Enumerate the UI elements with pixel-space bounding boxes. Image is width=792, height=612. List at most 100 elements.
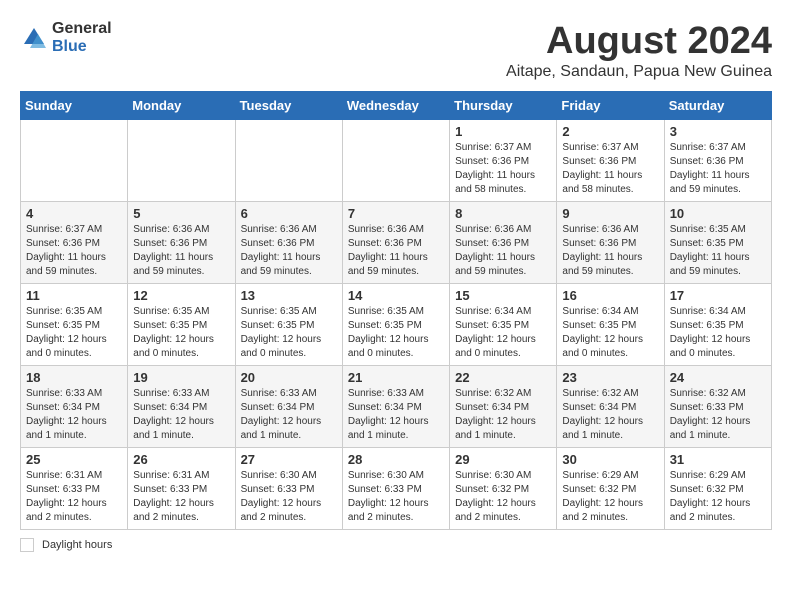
day-info: Sunrise: 6:36 AM Sunset: 6:36 PM Dayligh…	[241, 223, 337, 279]
day-cell: 29Sunrise: 6:30 AM Sunset: 6:32 PM Dayli…	[450, 448, 557, 530]
day-cell: 15Sunrise: 6:34 AM Sunset: 6:35 PM Dayli…	[450, 284, 557, 366]
day-cell: 21 Sunrise: 6:33 AM Sunset: 6:34 PM Dayli…	[342, 366, 449, 448]
day-cell: 25 Sunrise: 6:31 AM Sunset: 6:33 PM Dayli…	[21, 448, 128, 530]
week-row-2: 4 Sunrise: 6:37 AM Sunset: 6:36 PM Daylig…	[21, 202, 772, 284]
day-number: 16	[562, 288, 658, 303]
day-cell: 30 Sunrise: 6:29 AM Sunset: 6:32 PM Dayli…	[557, 448, 664, 530]
day-info: Sunrise: 6:29 AM Sunset: 6:32 PM Dayligh…	[670, 469, 766, 525]
header-row: SundayMondayTuesdayWednesdayThursdayFrid…	[21, 92, 772, 120]
day-info: Sunrise: 6:37 AM Sunset: 6:36 PM Dayligh…	[562, 141, 658, 197]
logo-icon	[20, 24, 48, 52]
calendar-table: SundayMondayTuesdayWednesdayThursdayFrid…	[20, 91, 772, 530]
day-number: 2	[562, 124, 658, 139]
day-info: Sunrise: 6:36 AM Sunset: 6:36 PM Dayligh…	[562, 223, 658, 279]
day-info: Sunrise: 6:35 AM Sunset: 6:35 PM Dayligh…	[133, 305, 229, 361]
day-cell: 28 Sunrise: 6:30 AM Sunset: 6:33 PM Dayli…	[342, 448, 449, 530]
legend-box	[20, 538, 34, 552]
day-cell: 22Sunrise: 6:32 AM Sunset: 6:34 PM Dayli…	[450, 366, 557, 448]
day-info: Sunrise: 6:32 AM Sunset: 6:33 PM Dayligh…	[670, 387, 766, 443]
header-cell-sunday: Sunday	[21, 92, 128, 120]
logo-text: General Blue	[52, 20, 112, 55]
day-cell	[235, 120, 342, 202]
legend: Daylight hours	[20, 538, 772, 552]
day-cell: 9 Sunrise: 6:36 AM Sunset: 6:36 PM Daylig…	[557, 202, 664, 284]
day-cell: 13Sunrise: 6:35 AM Sunset: 6:35 PM Dayli…	[235, 284, 342, 366]
day-info: Sunrise: 6:30 AM Sunset: 6:33 PM Dayligh…	[241, 469, 337, 525]
day-cell: 7 Sunrise: 6:36 AM Sunset: 6:36 PM Daylig…	[342, 202, 449, 284]
day-info: Sunrise: 6:36 AM Sunset: 6:36 PM Dayligh…	[455, 223, 551, 279]
day-number: 6	[241, 206, 337, 221]
day-cell: 31 Sunrise: 6:29 AM Sunset: 6:32 PM Dayli…	[664, 448, 771, 530]
day-cell: 24 Sunrise: 6:32 AM Sunset: 6:33 PM Dayli…	[664, 366, 771, 448]
header-cell-thursday: Thursday	[450, 92, 557, 120]
day-number: 25	[26, 452, 122, 467]
calendar-header: SundayMondayTuesdayWednesdayThursdayFrid…	[21, 92, 772, 120]
day-cell: 23 Sunrise: 6:32 AM Sunset: 6:34 PM Dayli…	[557, 366, 664, 448]
day-number: 7	[348, 206, 444, 221]
day-info: Sunrise: 6:36 AM Sunset: 6:36 PM Dayligh…	[133, 223, 229, 279]
day-info: Sunrise: 6:36 AM Sunset: 6:36 PM Dayligh…	[348, 223, 444, 279]
month-year-title: August 2024	[506, 20, 772, 63]
day-info: Sunrise: 6:37 AM Sunset: 6:36 PM Dayligh…	[455, 141, 551, 197]
week-row-5: 25 Sunrise: 6:31 AM Sunset: 6:33 PM Dayli…	[21, 448, 772, 530]
day-cell	[128, 120, 235, 202]
day-number: 5	[133, 206, 229, 221]
day-info: Sunrise: 6:35 AM Sunset: 6:35 PM Dayligh…	[670, 223, 766, 279]
day-info: Sunrise: 6:33 AM Sunset: 6:34 PM Dayligh…	[348, 387, 444, 443]
day-cell: 1Sunrise: 6:37 AM Sunset: 6:36 PM Daylig…	[450, 120, 557, 202]
logo-general-text: General	[52, 20, 112, 38]
header-cell-wednesday: Wednesday	[342, 92, 449, 120]
header-cell-monday: Monday	[128, 92, 235, 120]
day-cell: 18 Sunrise: 6:33 AM Sunset: 6:34 PM Dayli…	[21, 366, 128, 448]
day-number: 22	[455, 370, 551, 385]
day-cell: 17 Sunrise: 6:34 AM Sunset: 6:35 PM Dayli…	[664, 284, 771, 366]
week-row-4: 18 Sunrise: 6:33 AM Sunset: 6:34 PM Dayli…	[21, 366, 772, 448]
day-info: Sunrise: 6:32 AM Sunset: 6:34 PM Dayligh…	[562, 387, 658, 443]
day-info: Sunrise: 6:37 AM Sunset: 6:36 PM Dayligh…	[26, 223, 122, 279]
day-info: Sunrise: 6:35 AM Sunset: 6:35 PM Dayligh…	[348, 305, 444, 361]
day-info: Sunrise: 6:31 AM Sunset: 6:33 PM Dayligh…	[26, 469, 122, 525]
legend-label: Daylight hours	[42, 539, 112, 551]
day-info: Sunrise: 6:33 AM Sunset: 6:34 PM Dayligh…	[26, 387, 122, 443]
day-number: 8	[455, 206, 551, 221]
calendar-body: 1Sunrise: 6:37 AM Sunset: 6:36 PM Daylig…	[21, 120, 772, 530]
day-number: 27	[241, 452, 337, 467]
day-cell: 2 Sunrise: 6:37 AM Sunset: 6:36 PM Daylig…	[557, 120, 664, 202]
day-number: 31	[670, 452, 766, 467]
day-info: Sunrise: 6:33 AM Sunset: 6:34 PM Dayligh…	[133, 387, 229, 443]
day-number: 23	[562, 370, 658, 385]
day-info: Sunrise: 6:37 AM Sunset: 6:36 PM Dayligh…	[670, 141, 766, 197]
day-info: Sunrise: 6:35 AM Sunset: 6:35 PM Dayligh…	[241, 305, 337, 361]
day-cell: 26Sunrise: 6:31 AM Sunset: 6:33 PM Dayli…	[128, 448, 235, 530]
day-info: Sunrise: 6:31 AM Sunset: 6:33 PM Dayligh…	[133, 469, 229, 525]
day-number: 18	[26, 370, 122, 385]
day-cell: 16Sunrise: 6:34 AM Sunset: 6:35 PM Dayli…	[557, 284, 664, 366]
day-info: Sunrise: 6:34 AM Sunset: 6:35 PM Dayligh…	[670, 305, 766, 361]
day-cell: 5 Sunrise: 6:36 AM Sunset: 6:36 PM Daylig…	[128, 202, 235, 284]
day-number: 24	[670, 370, 766, 385]
day-number: 21	[348, 370, 444, 385]
day-number: 11	[26, 288, 122, 303]
header: General Blue August 2024 Aitape, Sandaun…	[20, 20, 772, 81]
day-cell: 27 Sunrise: 6:30 AM Sunset: 6:33 PM Dayli…	[235, 448, 342, 530]
day-cell: 8 Sunrise: 6:36 AM Sunset: 6:36 PM Daylig…	[450, 202, 557, 284]
day-cell: 12Sunrise: 6:35 AM Sunset: 6:35 PM Dayli…	[128, 284, 235, 366]
header-cell-saturday: Saturday	[664, 92, 771, 120]
day-number: 9	[562, 206, 658, 221]
day-number: 17	[670, 288, 766, 303]
day-cell: 3 Sunrise: 6:37 AM Sunset: 6:36 PM Daylig…	[664, 120, 771, 202]
day-number: 15	[455, 288, 551, 303]
day-number: 4	[26, 206, 122, 221]
day-number: 30	[562, 452, 658, 467]
day-info: Sunrise: 6:35 AM Sunset: 6:35 PM Dayligh…	[26, 305, 122, 361]
week-row-3: 11 Sunrise: 6:35 AM Sunset: 6:35 PM Dayli…	[21, 284, 772, 366]
day-number: 28	[348, 452, 444, 467]
day-info: Sunrise: 6:33 AM Sunset: 6:34 PM Dayligh…	[241, 387, 337, 443]
day-info: Sunrise: 6:30 AM Sunset: 6:33 PM Dayligh…	[348, 469, 444, 525]
day-cell: 11 Sunrise: 6:35 AM Sunset: 6:35 PM Dayli…	[21, 284, 128, 366]
day-number: 3	[670, 124, 766, 139]
title-area: August 2024 Aitape, Sandaun, Papua New G…	[506, 20, 772, 81]
day-info: Sunrise: 6:29 AM Sunset: 6:32 PM Dayligh…	[562, 469, 658, 525]
day-cell: 4 Sunrise: 6:37 AM Sunset: 6:36 PM Daylig…	[21, 202, 128, 284]
page-container: General Blue August 2024 Aitape, Sandaun…	[20, 20, 772, 552]
